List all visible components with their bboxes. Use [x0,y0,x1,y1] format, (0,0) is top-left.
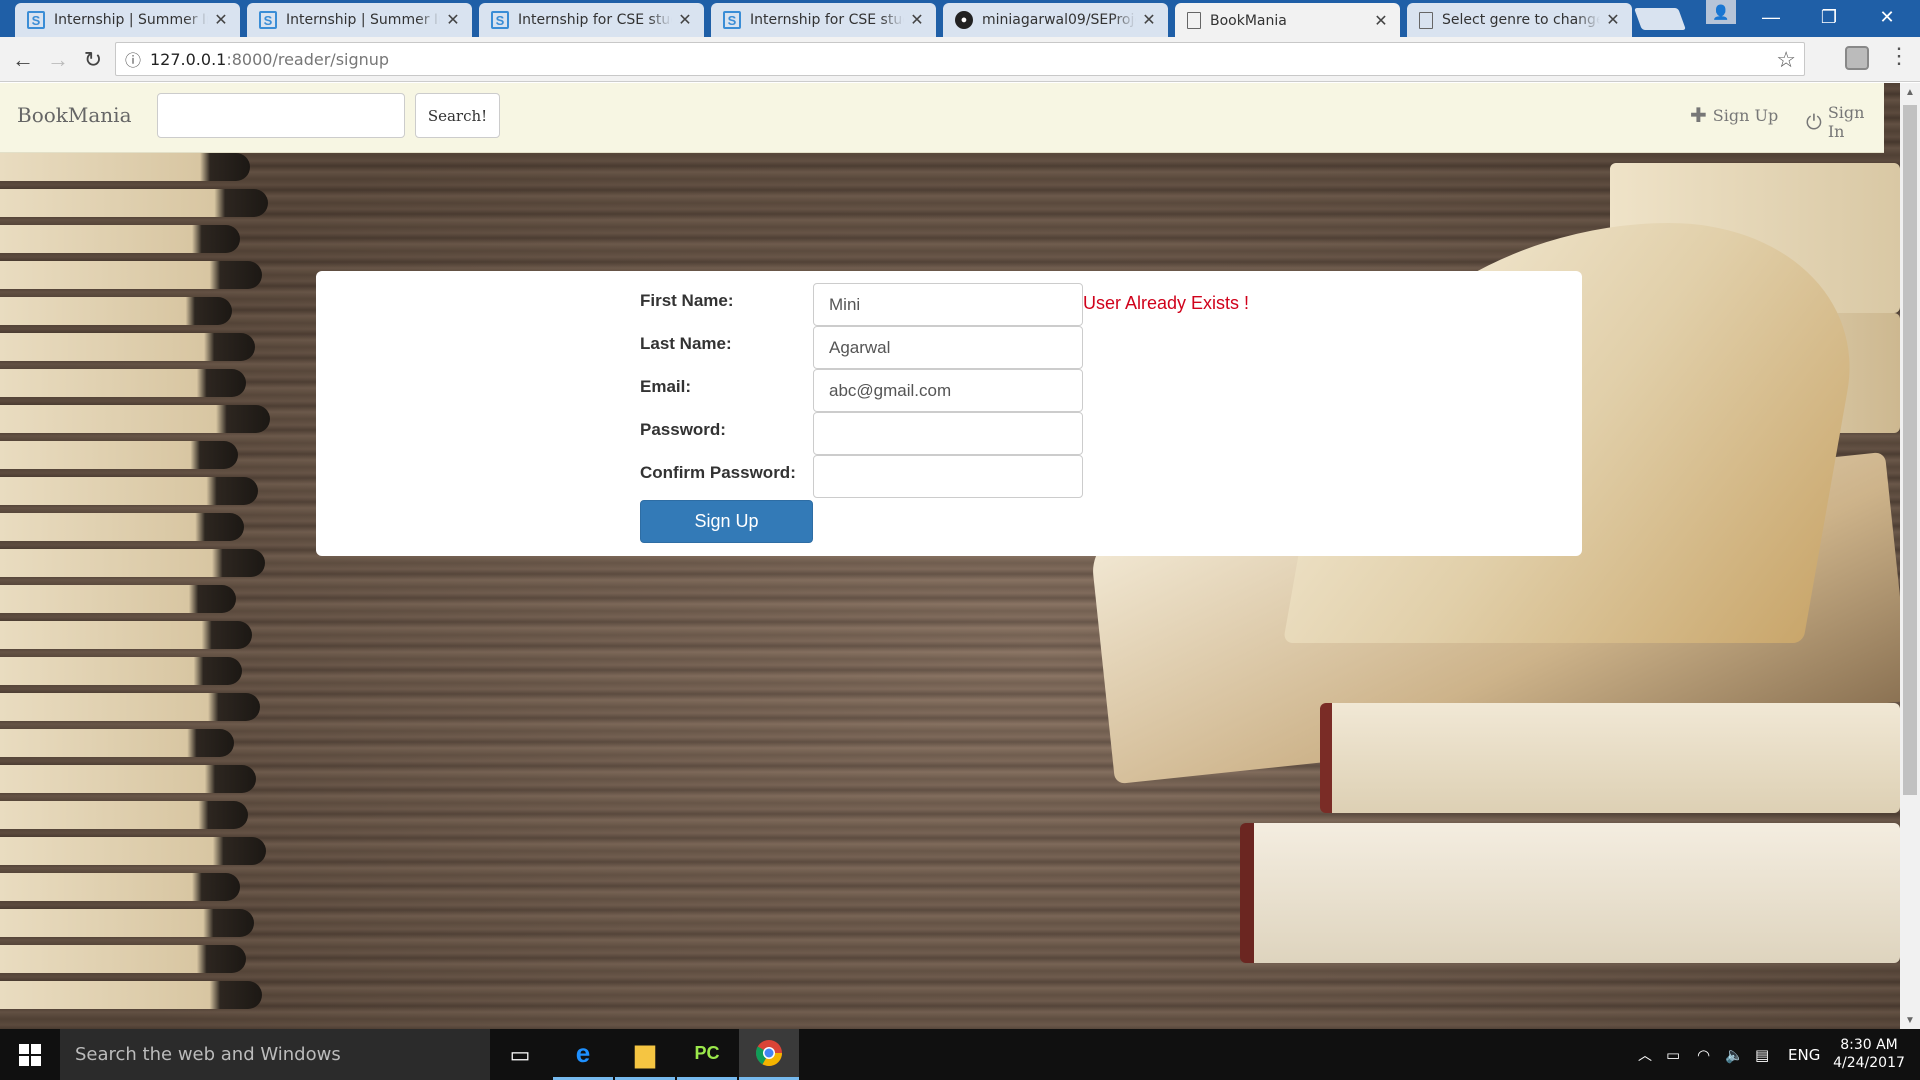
edge-icon[interactable]: e [553,1029,613,1080]
info-icon[interactable]: ⓘ [116,47,150,71]
tab-title: BookMania [1210,12,1287,29]
wifi-icon[interactable]: ◠ [1697,1029,1710,1080]
window-close-icon[interactable]: ✕ [1858,0,1916,34]
first-name-label: First Name: [640,291,734,310]
volume-muted-icon[interactable]: 🔈 [1725,1029,1744,1080]
reload-icon[interactable]: ↻ [78,45,108,75]
back-icon[interactable]: ← [8,45,38,75]
is-icon: S [723,11,741,29]
restore-icon[interactable]: ❐ [1800,0,1858,34]
battery-icon[interactable]: ▭ [1666,1029,1680,1080]
chrome-icon[interactable] [739,1029,799,1080]
notifications-icon[interactable]: ▤ [1755,1029,1769,1080]
first-name-field[interactable]: Mini [813,283,1083,326]
browser-tab-strip: S Internship | Summer Internship ✕ S Int… [0,0,1920,38]
close-icon[interactable]: ✕ [1142,10,1156,30]
minimize-icon[interactable]: — [1742,0,1800,34]
url-path: :8000/reader/signup [226,49,390,69]
extension-icon[interactable] [1845,46,1869,70]
menu-icon[interactable]: ⋮ [1888,43,1910,69]
windows-taskbar: Search the web and Windows ▭ e ▆ PC ︿ ▭ … [0,1029,1920,1080]
url-host: 127.0.0.1 [150,49,227,69]
github-icon: ● [955,11,973,29]
browser-toolbar: ← → ↻ ⓘ 127.0.0.1:8000/reader/signup ☆ ⋮ [0,37,1920,82]
file-explorer-icon[interactable]: ▆ [615,1029,675,1080]
browser-tab[interactable]: S Internship for CSE students ✕ [479,3,704,37]
browser-tab[interactable]: S Internship | Summer Internship ✕ [247,3,472,37]
scrollbar-thumb[interactable] [1903,105,1917,795]
language-indicator[interactable]: ENG [1788,1029,1820,1080]
chrome-logo-icon [755,1040,783,1067]
password-field[interactable] [813,412,1083,455]
browser-tab[interactable]: S Internship | Summer Internship ✕ [15,3,240,37]
is-icon: S [27,11,45,29]
new-tab-button[interactable] [1633,8,1687,30]
brand-logo[interactable]: BookMania [17,103,132,127]
bookmark-star-icon[interactable]: ☆ [1776,47,1796,73]
tab-title: Internship for CSE students [518,12,672,28]
browser-tab[interactable]: Select genre to change ✕ [1407,3,1632,37]
scroll-up-icon[interactable]: ▲ [1900,83,1920,101]
browser-tab[interactable]: S Internship for CSE students ✕ [711,3,936,37]
tab-title: Select genre to change [1442,12,1600,28]
close-icon[interactable]: ✕ [678,10,692,30]
close-icon[interactable]: ✕ [910,10,924,30]
password-label: Password: [640,420,726,439]
close-icon[interactable]: ✕ [214,10,228,30]
is-icon: S [491,11,509,29]
pycharm-icon[interactable]: PC [677,1029,737,1080]
tray-chevron-icon[interactable]: ︿ [1638,1029,1652,1080]
system-clock[interactable]: 8:30 AM 4/24/2017 [1824,1036,1914,1072]
tab-title: Internship | Summer Internship [286,12,440,28]
email-label: Email: [640,377,692,396]
scroll-down-icon[interactable]: ▼ [1900,1011,1920,1029]
page-viewport: BookMania Search! ✚ Sign Up ⏻ Sign In Fi… [0,83,1900,1029]
browser-tab-active[interactable]: BookMania ✕ [1175,3,1400,38]
last-name-label: Last Name: [640,334,732,353]
taskbar-search[interactable]: Search the web and Windows [60,1029,490,1080]
address-bar[interactable]: ⓘ 127.0.0.1:8000/reader/signup ☆ [115,42,1805,76]
power-icon: ⏻ [1806,110,1822,134]
close-icon[interactable]: ✕ [1606,10,1620,30]
nav-signup-label: Sign Up [1712,105,1779,125]
clock-date: 4/24/2017 [1833,1055,1905,1071]
page-scrollbar[interactable]: ▲ ▼ [1900,83,1920,1029]
search-input[interactable] [157,93,405,138]
signup-form: First Name: Mini User Already Exists ! L… [316,271,1582,556]
profile-icon[interactable]: 👤 [1706,0,1736,24]
document-icon [1419,11,1433,29]
search-button[interactable]: Search! [415,93,500,138]
document-icon [1187,12,1201,29]
close-icon[interactable]: ✕ [446,10,460,30]
books-stack-left [0,153,280,1029]
is-icon: S [259,11,277,29]
signup-submit-button[interactable]: Sign Up [640,500,813,543]
confirm-password-label: Confirm Password: [640,463,796,482]
start-button[interactable] [0,1029,60,1080]
nav-signin-label: Sign In [1827,103,1865,141]
clock-time: 8:30 AM [1840,1037,1898,1053]
close-icon[interactable]: ✕ [1374,11,1388,31]
site-navbar: BookMania Search! ✚ Sign Up ⏻ Sign In [0,83,1884,153]
forward-icon[interactable]: → [43,45,73,75]
tab-title: Internship | Summer Internship [54,12,208,28]
nav-signin-link[interactable]: ⏻ Sign In [1806,103,1884,141]
plus-icon: ✚ [1690,103,1707,127]
tab-title: Internship for CSE students [750,12,904,28]
task-view-icon[interactable]: ▭ [490,1029,550,1080]
email-field[interactable]: abc@gmail.com [813,369,1083,412]
confirm-password-field[interactable] [813,455,1083,498]
error-message: User Already Exists ! [1083,293,1250,313]
tab-title: miniagarwal09/SEProject [982,12,1136,28]
url-text: 127.0.0.1:8000/reader/signup [150,50,389,69]
browser-tab[interactable]: ● miniagarwal09/SEProject ✕ [943,3,1168,37]
last-name-field[interactable]: Agarwal [813,326,1083,369]
windows-logo-icon [19,1043,41,1066]
nav-signup-link[interactable]: ✚ Sign Up [1690,103,1778,127]
